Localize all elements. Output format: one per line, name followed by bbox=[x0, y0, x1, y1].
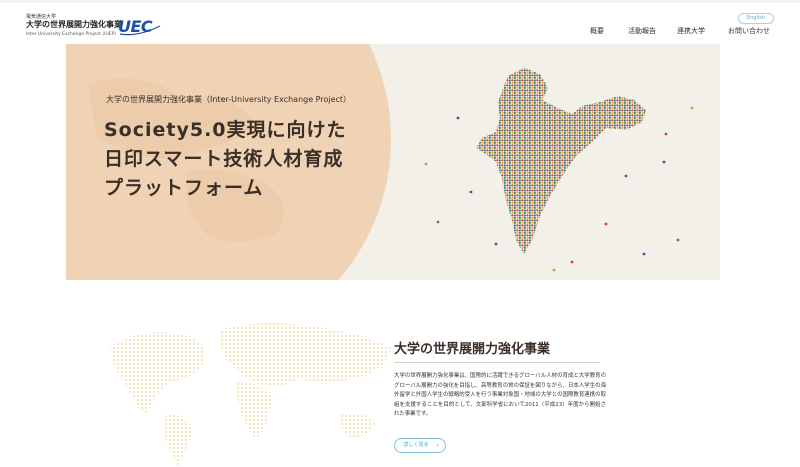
section-title: 大学の世界展開力強化事業 bbox=[394, 342, 551, 357]
hero-title-line: プラットフォーム bbox=[104, 177, 264, 199]
english-language-button[interactable]: English bbox=[738, 13, 774, 24]
hero-title-line: Society5.0実現に向けた bbox=[104, 119, 347, 141]
hero-subtitle: 大学の世界展開力強化事業（Inter-University Exchange P… bbox=[106, 95, 352, 104]
nav-item-partner-universities[interactable]: 連携大学 bbox=[677, 25, 705, 37]
hero-title: Society5.0実現に向けた 日印スマート技術人材育成 プラットフォーム bbox=[104, 116, 424, 203]
hero-banner: 大学の世界展開力強化事業（Inter-University Exchange P… bbox=[66, 44, 720, 280]
world-map-decoration bbox=[110, 322, 392, 466]
uec-logo-swoosh bbox=[119, 25, 161, 36]
brand-project-name: 大学の世界展開力強化事業 bbox=[26, 20, 122, 29]
arrow-right-icon: › bbox=[436, 442, 439, 449]
uec-logo: UEC bbox=[118, 17, 162, 37]
nav-item-about[interactable]: 概要 bbox=[590, 25, 604, 37]
nav-item-contact[interactable]: お問い合わせ bbox=[728, 25, 770, 37]
section-divider bbox=[394, 362, 600, 363]
read-more-button[interactable]: 詳しく見る › bbox=[394, 438, 446, 453]
site-header: 電気通信大学 大学の世界展開力強化事業 Inter University Exc… bbox=[0, 3, 800, 45]
site-brand[interactable]: 電気通信大学 大学の世界展開力強化事業 Inter University Exc… bbox=[26, 14, 166, 44]
section-description: 大学の世界展開力強化事業は、国際的に活躍できるグローバル人材の育成と大学教育のグ… bbox=[394, 373, 606, 417]
hero-title-line: 日印スマート技術人材育成 bbox=[104, 148, 344, 170]
nav-item-activity-reports[interactable]: 活動報告 bbox=[628, 25, 656, 37]
read-more-label: 詳しく見る bbox=[403, 442, 429, 448]
brand-project-subtitle: Inter University Exchange Project (IUEP) bbox=[26, 32, 117, 37]
